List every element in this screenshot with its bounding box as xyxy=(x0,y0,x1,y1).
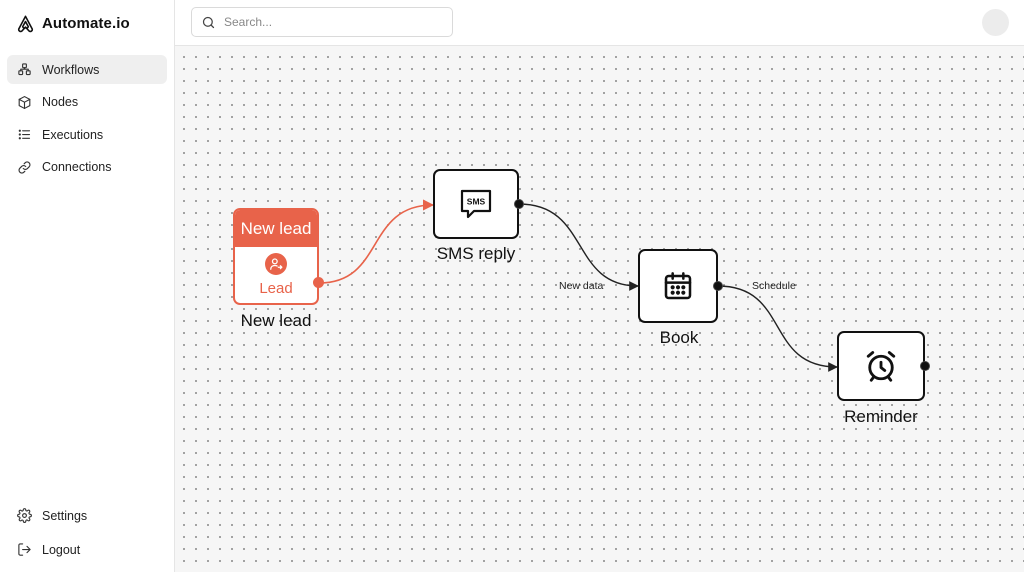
search-input[interactable] xyxy=(224,15,444,29)
brand[interactable]: Automate.io xyxy=(16,12,130,34)
link-icon xyxy=(18,160,31,174)
sidebar-item-nodes[interactable]: Nodes xyxy=(7,88,167,117)
sms-icon: SMS xyxy=(460,189,492,219)
sidebar-nav: Workflows Nodes Executions Connections xyxy=(7,55,167,185)
logout-icon xyxy=(18,543,31,556)
avatar[interactable] xyxy=(982,9,1009,36)
sidebar-item-connections[interactable]: Connections xyxy=(7,153,167,182)
sidebar: Automate.io Workflows Nodes Executions C… xyxy=(0,0,175,572)
node-sms-reply[interactable]: SMS xyxy=(433,169,519,239)
node-title-book: Book xyxy=(659,328,699,347)
sidebar-item-label: Workflows xyxy=(42,62,100,77)
workflow-canvas[interactable] xyxy=(175,46,1024,572)
search-box[interactable] xyxy=(191,7,453,37)
lead-output-handle[interactable] xyxy=(313,277,324,288)
book-output-handle[interactable] xyxy=(713,281,723,291)
lead-node-badge: Lead xyxy=(259,280,293,297)
sidebar-item-label: Settings xyxy=(42,508,88,523)
node-reminder[interactable] xyxy=(837,331,925,401)
sidebar-bottom-nav: Settings Logout xyxy=(7,501,167,569)
sidebar-item-label: Executions xyxy=(42,127,104,142)
app-name: Automate.io xyxy=(42,14,130,32)
node-book[interactable] xyxy=(638,249,718,323)
cube-icon xyxy=(18,95,31,109)
topbar xyxy=(175,0,1024,46)
search-icon xyxy=(202,16,215,28)
list-icon xyxy=(18,129,31,140)
sms-output-handle[interactable] xyxy=(514,199,524,209)
alarm-clock-icon xyxy=(866,351,896,382)
sidebar-item-executions[interactable]: Executions xyxy=(7,120,167,149)
sidebar-item-label: Connections xyxy=(42,160,112,174)
logo-icon xyxy=(17,15,34,32)
sidebar-item-workflows[interactable]: Workflows xyxy=(7,55,167,84)
sidebar-item-logout[interactable]: Logout xyxy=(7,535,167,564)
reminder-output-handle[interactable] xyxy=(920,361,930,371)
sidebar-item-label: Nodes xyxy=(42,95,79,109)
user-arrow-icon xyxy=(265,253,287,275)
gear-icon xyxy=(17,508,32,523)
node-new-lead[interactable]: New lead Lead xyxy=(233,208,319,305)
sms-icon-text: SMS xyxy=(467,197,486,207)
node-title-new-lead: New lead xyxy=(240,311,312,330)
lead-node-header-label: New lead xyxy=(240,218,312,238)
sidebar-item-settings[interactable]: Settings xyxy=(7,501,167,530)
node-title-sms-reply: SMS reply xyxy=(436,244,516,263)
calendar-icon xyxy=(664,272,692,300)
sidebar-item-label: Logout xyxy=(42,542,81,557)
lead-node-header: New lead xyxy=(235,210,317,247)
workflow-icon xyxy=(18,63,31,76)
lead-node-body: Lead xyxy=(235,247,317,297)
node-title-reminder: Reminder xyxy=(844,407,918,426)
